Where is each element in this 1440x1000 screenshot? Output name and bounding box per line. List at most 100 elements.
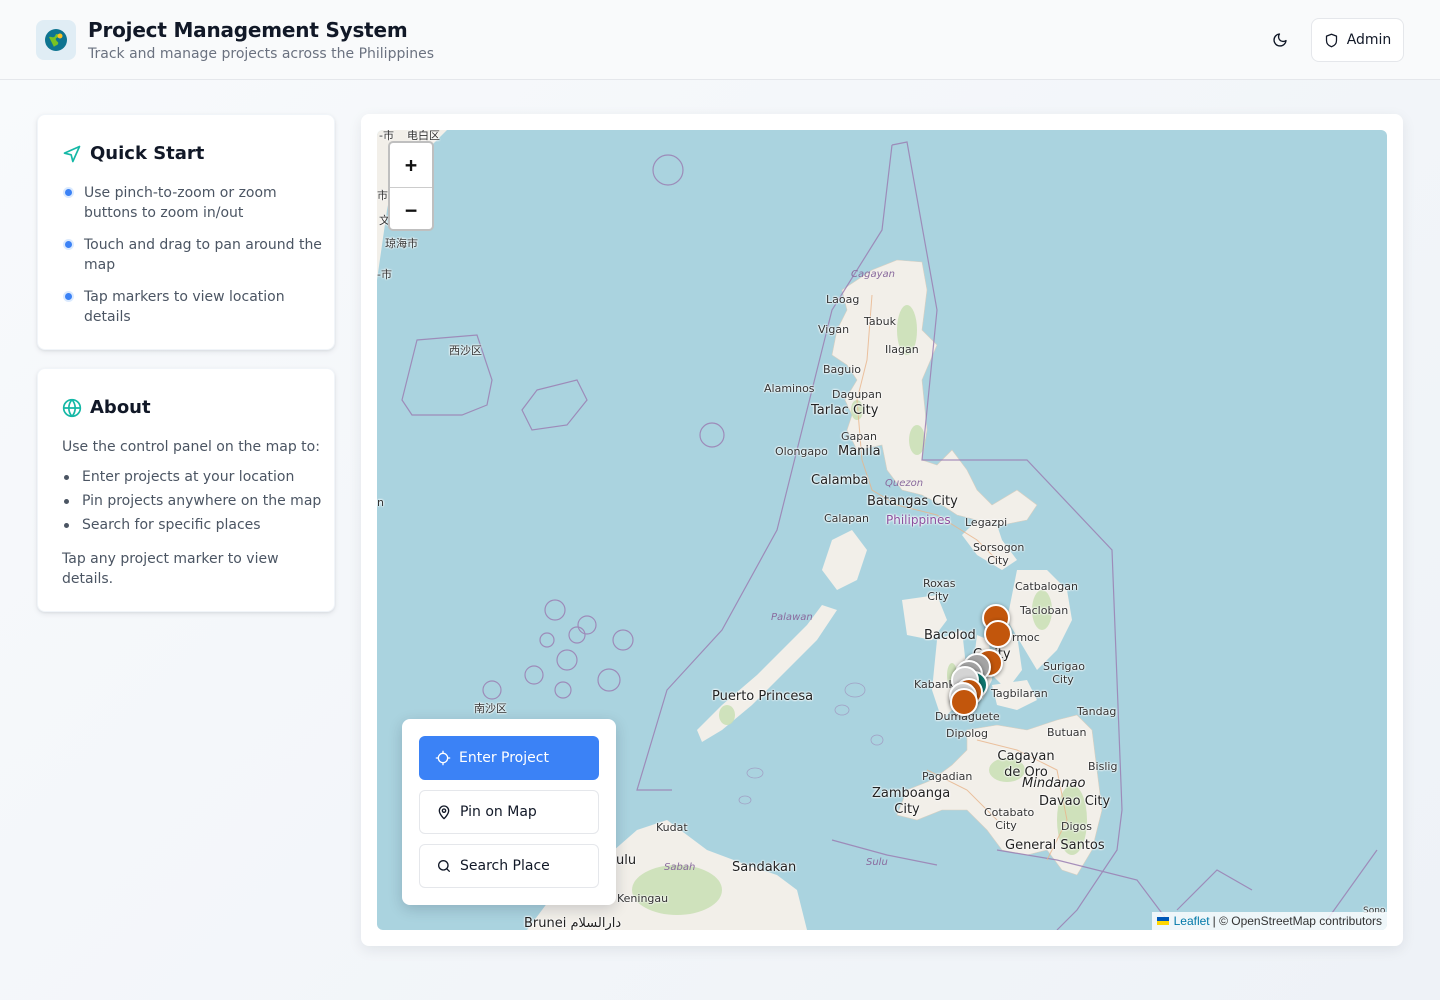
- quick-start-card: Quick Start Use pinch-to-zoom or zoom bu…: [37, 114, 335, 350]
- map-label: Mindanao: [1022, 776, 1086, 791]
- shield-icon: [1325, 33, 1337, 47]
- map-label: Tacloban: [1020, 604, 1069, 617]
- map-label: Quezon: [885, 478, 924, 489]
- map-label: Roxas City: [923, 577, 956, 603]
- map-label: Laoag: [826, 293, 860, 306]
- app-header: Project Management System Track and mana…: [0, 0, 1440, 80]
- map-label: Tandag: [1077, 705, 1117, 718]
- map-label: Butuan: [1047, 726, 1087, 739]
- list-item: Search for specific places: [62, 513, 322, 537]
- pin-on-map-label: Pin on Map: [460, 804, 537, 820]
- map-attribution: Leaflet | © OpenStreetMap contributors: [1151, 912, 1387, 930]
- map-pin-icon: [438, 805, 450, 820]
- map-label: Bacolod: [924, 628, 976, 643]
- map-label: Sorsogon City: [973, 541, 1025, 567]
- navigation-arrow-icon: [63, 145, 81, 162]
- map-label: Philippines: [886, 513, 951, 527]
- about-title: About: [90, 397, 151, 418]
- app-subtitle: Track and manage projects across the Phi…: [88, 46, 435, 62]
- map-label: Surigao City: [1043, 660, 1085, 686]
- search-place-button[interactable]: Search Place: [419, 844, 599, 888]
- project-marker[interactable]: [984, 620, 1012, 648]
- map-label: Tagbilaran: [991, 687, 1048, 700]
- map-label: Cagayan: [851, 269, 895, 280]
- map-label: Keningau: [617, 892, 669, 905]
- globe-icon: [62, 398, 82, 417]
- map-label: 南沙区: [474, 702, 507, 715]
- list-item: Use pinch-to-zoom or zoom buttons to zoo…: [62, 183, 322, 223]
- bullet-icon: [65, 293, 72, 300]
- map-label: Calamba: [811, 473, 869, 488]
- map-label: Gapan: [841, 430, 877, 443]
- enter-project-label: Enter Project: [459, 750, 549, 766]
- map-label: Bislig: [1088, 760, 1118, 773]
- map-label: Tabuk: [864, 315, 896, 328]
- map-label: Manila: [838, 444, 881, 459]
- zoom-control: + −: [388, 141, 434, 231]
- zoom-in-button[interactable]: +: [390, 143, 432, 187]
- map-label: Palawan: [771, 612, 813, 623]
- map-label: Legazpi: [965, 516, 1008, 529]
- map-label: Baguio: [823, 363, 862, 376]
- list-item: Pin projects anywhere on the map: [62, 489, 322, 513]
- about-footer: Tap any project marker to view details.: [62, 551, 279, 587]
- map-label: n: [377, 496, 384, 509]
- map-label: Brunei دارالسلام: [524, 916, 622, 930]
- list-item: Tap markers to view location details: [62, 287, 322, 327]
- admin-label: Admin: [1346, 32, 1392, 48]
- zoom-out-button[interactable]: −: [390, 187, 432, 229]
- map-label: Batangas City: [867, 494, 958, 509]
- leaflet-link[interactable]: Leaflet: [1174, 914, 1210, 928]
- map-label: General Santos: [1005, 838, 1105, 853]
- moon-icon: [1273, 33, 1287, 47]
- crosshair-icon: [435, 750, 451, 766]
- map-label: Pagadian: [922, 770, 973, 783]
- bullet-icon: [65, 189, 72, 196]
- map-label: Cotabato City: [984, 806, 1035, 832]
- map-label: 市: [377, 189, 388, 202]
- pin-on-map-button[interactable]: Pin on Map: [419, 790, 599, 834]
- map-label: Davao City: [1039, 794, 1111, 809]
- ukraine-flag-icon: [1156, 917, 1169, 925]
- map-label: ulu: [616, 853, 637, 868]
- map-control-panel: Enter Project Pin on Map Search Place: [402, 719, 616, 905]
- map-label: Zamboanga City: [872, 786, 951, 817]
- quick-start-heading: Quick Start: [62, 143, 204, 164]
- map-label: Digos: [1061, 820, 1092, 833]
- map-label: Kudat: [656, 821, 688, 834]
- search-place-label: Search Place: [460, 858, 550, 874]
- map-label: Sabah: [664, 862, 696, 873]
- attribution-text: | © OpenStreetMap contributors: [1212, 914, 1382, 928]
- about-intro: Use the control panel on the map to:: [62, 439, 320, 455]
- map-label: Puerto Princesa: [712, 689, 814, 704]
- quick-start-title: Quick Start: [90, 143, 205, 164]
- map-label: 西沙区: [449, 344, 482, 357]
- map-label: Calapan: [824, 512, 869, 525]
- map-label: Tarlac City: [811, 403, 879, 418]
- map-label: 琼海市: [385, 237, 418, 250]
- enter-project-button[interactable]: Enter Project: [419, 736, 599, 780]
- map-label: Kabank: [914, 678, 955, 691]
- about-heading: About: [62, 397, 151, 418]
- admin-button[interactable]: Admin: [1311, 18, 1404, 62]
- map-label: rmoc: [1012, 631, 1040, 644]
- map-label: Dipolog: [946, 727, 989, 740]
- map-label: Olongapo: [775, 445, 828, 458]
- about-list: Enter projects at your location Pin proj…: [62, 465, 322, 537]
- search-icon: [438, 860, 450, 872]
- quick-start-list: Use pinch-to-zoom or zoom buttons to zoo…: [62, 183, 322, 339]
- project-marker[interactable]: [950, 688, 978, 716]
- list-item: Touch and drag to pan around the map: [62, 235, 322, 275]
- map-label: Dagupan: [832, 388, 882, 401]
- globe-logo-icon: [36, 20, 76, 60]
- bullet-icon: [65, 241, 72, 248]
- list-item: Enter projects at your location: [62, 465, 322, 489]
- map-label: Alaminos: [764, 382, 815, 395]
- map-label: Ilagan: [885, 343, 919, 356]
- theme-toggle-button[interactable]: [1266, 26, 1294, 54]
- map-label: Sulu: [866, 857, 888, 868]
- map-label: Catbalogan: [1015, 580, 1078, 593]
- app-title: Project Management System: [88, 18, 408, 42]
- map-label: Sandakan: [732, 860, 797, 875]
- map-label: Vigan: [818, 323, 850, 336]
